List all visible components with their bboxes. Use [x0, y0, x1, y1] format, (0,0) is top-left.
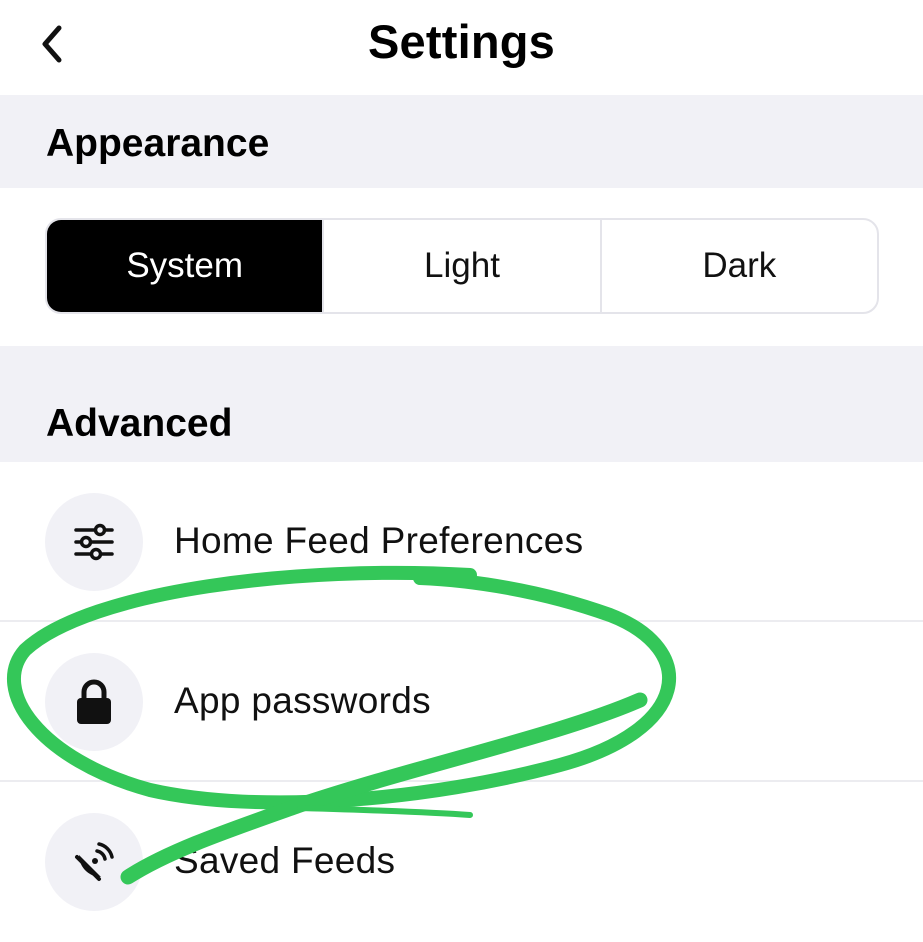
theme-option-dark[interactable]: Dark	[599, 220, 877, 312]
satellite-dish-icon	[75, 842, 114, 881]
saved-feeds-label: Saved Feeds	[174, 840, 396, 881]
advanced-section-header: Advanced	[0, 346, 923, 462]
theme-option-system[interactable]: System	[47, 220, 323, 312]
settings-row-saved-feeds[interactable]: Saved Feeds	[0, 782, 923, 942]
settings-row-app-passwords[interactable]: App passwords	[0, 622, 923, 782]
saved-feeds-icon-circle	[45, 813, 143, 911]
theme-option-light[interactable]: Light	[322, 220, 599, 312]
header: Settings	[0, 0, 923, 95]
sliders-icon	[74, 523, 114, 561]
app-passwords-icon-circle	[45, 653, 143, 751]
page-title: Settings	[367, 15, 555, 68]
home-feed-icon-circle	[45, 493, 143, 591]
app-passwords-label: App passwords	[174, 680, 431, 721]
advanced-section-title: Advanced	[46, 402, 233, 445]
theme-segmented-control: System Light Dark	[45, 218, 879, 314]
appearance-section-title: Appearance	[46, 122, 270, 165]
lock-icon	[77, 679, 111, 724]
home-feed-preferences-label: Home Feed Preferences	[174, 520, 584, 561]
appearance-section-header: Appearance	[0, 95, 923, 188]
settings-row-home-feed-preferences[interactable]: Home Feed Preferences	[0, 462, 923, 622]
